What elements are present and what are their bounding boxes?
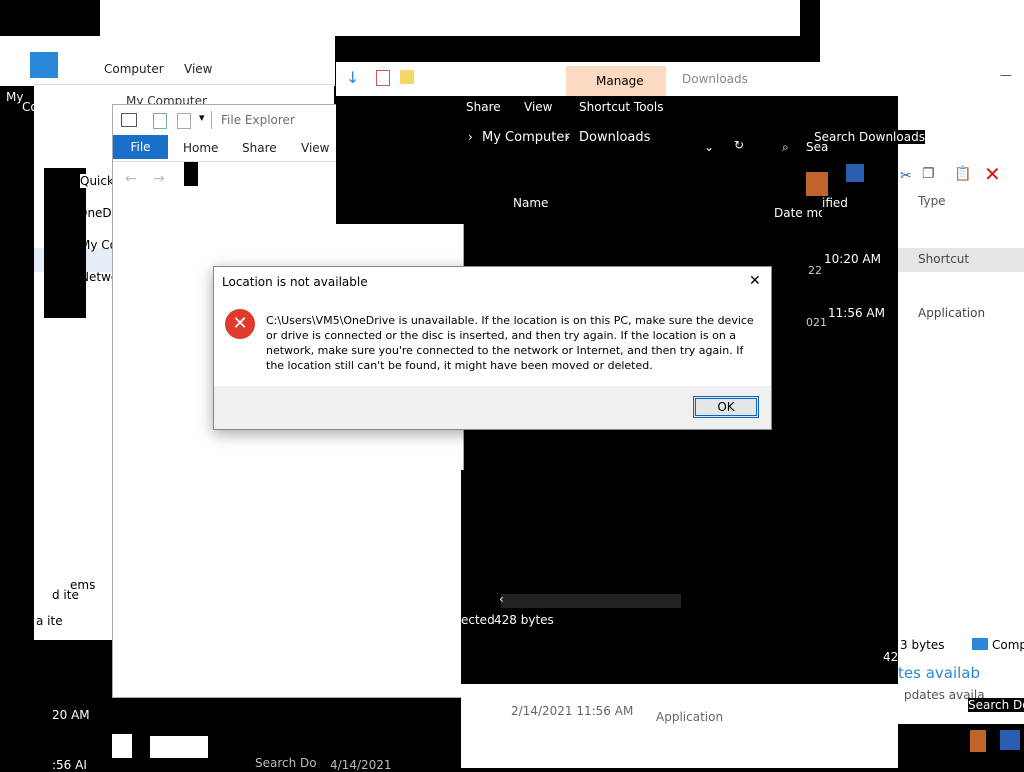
downloads-titlebar: ↓ Manage Downloads — <box>336 62 1024 96</box>
tab-shortcut-tools[interactable]: Shortcut Tools <box>579 100 664 114</box>
shortcut-tool-icon[interactable] <box>806 172 828 196</box>
tab-share[interactable]: Share <box>242 141 277 155</box>
row2-fragment: 11:56 AM <box>822 290 898 370</box>
save-icon[interactable] <box>846 164 864 182</box>
document-icon[interactable] <box>112 734 132 758</box>
search-bottom[interactable]: Search Dow <box>968 698 1024 712</box>
tab-share[interactable]: Share <box>466 100 501 114</box>
taskbar-fragment <box>150 736 208 758</box>
breadcrumb-root[interactable]: My Computer <box>482 130 570 145</box>
glitch-block-3 <box>620 455 800 475</box>
downloads-right-pane: Type Shortcut Application ✂ ❐ 📋 ✕ <box>898 96 1024 636</box>
status-size: 428 bytes <box>494 613 554 627</box>
bottom-type: Application <box>656 710 724 724</box>
nav-quick[interactable]: Quick <box>80 174 114 188</box>
new-folder-icon[interactable] <box>177 113 191 129</box>
tab-home[interactable]: Home <box>183 141 218 155</box>
nav-onedrive[interactable]: OneDr <box>78 206 117 220</box>
manage-label[interactable]: Manage <box>596 74 644 88</box>
computer-icon-small <box>972 638 988 650</box>
forward-arrow-icon[interactable]: → <box>153 171 165 187</box>
refresh-icon[interactable]: ↻ <box>734 138 744 152</box>
tab-view[interactable]: View <box>524 100 552 114</box>
properties-icon[interactable] <box>153 113 167 129</box>
computer-icon[interactable] <box>30 52 58 78</box>
breadcrumb-separator-icon: › <box>468 130 473 144</box>
dialog-message: C:\Users\VM5\OneDrive is unavailable. If… <box>266 314 754 372</box>
desktop-label-a: My <box>6 90 24 104</box>
title-divider <box>211 111 212 129</box>
bottom-date-2: 4/14/2021 <box>330 758 392 772</box>
column-type[interactable]: Type <box>918 194 946 208</box>
downloads-ribbon: Share View Shortcut Tools › My Computer … <box>336 96 900 224</box>
delete-icon[interactable]: ✕ <box>984 162 1001 186</box>
window-icon <box>121 113 137 127</box>
horizontal-scrollbar[interactable] <box>501 594 681 608</box>
paste-icon[interactable]: 📋 <box>954 166 971 182</box>
item-label-2: a ite <box>36 614 63 628</box>
tab-file[interactable]: File <box>113 135 168 159</box>
row1-date-fragment: 22 <box>808 264 822 277</box>
status-size-fragment: 42 <box>883 650 899 664</box>
search-placeholder[interactable]: Search Downloads <box>814 130 925 144</box>
glitch-top <box>100 0 800 36</box>
row2-time: 11:56 AM <box>828 306 885 320</box>
breadcrumb-separator-icon-2: › <box>565 130 570 144</box>
time-fragment-1: 20 AM <box>52 708 90 722</box>
tab-view[interactable]: View <box>184 62 212 76</box>
row1-time: 10:20 AM <box>824 252 881 266</box>
right-status-bytes: 3 bytes <box>900 638 945 652</box>
glitch-block-2 <box>681 470 881 684</box>
back-arrow-icon[interactable]: ← <box>125 171 137 187</box>
ribbon-divider <box>34 84 334 85</box>
error-icon: ✕ <box>225 309 255 339</box>
row1-type: Shortcut <box>918 252 970 266</box>
downloads-file-list-lower: ‹ ected 428 bytes 42 <box>461 470 898 684</box>
close-icon[interactable]: ✕ <box>749 273 761 289</box>
minimize-icon[interactable]: — <box>1000 68 1012 82</box>
item-label: d ite <box>52 588 79 602</box>
updates-available-title[interactable]: tes availab <box>898 664 980 682</box>
desktop-label-b: Co <box>22 100 38 114</box>
time-fragment-2: :56 AI <box>52 758 87 772</box>
copy-icon[interactable]: ❐ <box>922 166 935 182</box>
search-icon[interactable]: ⌕ <box>782 140 789 155</box>
folder-icon[interactable] <box>400 70 414 84</box>
scissors-icon[interactable]: ✂ <box>900 168 912 184</box>
tab-computer[interactable]: Computer <box>104 62 164 76</box>
bottom-date: 2/14/2021 11:56 AM <box>511 704 634 718</box>
glitch-top-right <box>820 0 1024 64</box>
download-arrow-icon[interactable]: ↓ <box>346 68 359 87</box>
glitch-block <box>184 162 198 186</box>
tab-view[interactable]: View <box>301 141 329 155</box>
dialog-button-bar <box>214 386 771 429</box>
chevron-down-icon[interactable]: ⌄ <box>704 140 714 154</box>
row2-date-fragment: 021 <box>806 316 827 329</box>
row2-type: Application <box>918 306 986 320</box>
scroll-left-icon[interactable]: ‹ <box>499 592 504 606</box>
error-dialog: Location is not available ✕ ✕ C:\Users\V… <box>213 266 772 430</box>
right-status-comp: Comp <box>992 638 1024 652</box>
downloads-title: Downloads <box>682 72 748 86</box>
ok-button[interactable]: OK <box>693 396 759 418</box>
dialog-title: Location is not available <box>222 275 368 289</box>
status-selected: ected <box>461 613 495 627</box>
taskbar-app-icon[interactable] <box>970 730 986 752</box>
chevron-down-icon[interactable]: ▾ <box>199 111 205 124</box>
column-name[interactable]: Name <box>513 196 548 210</box>
breadcrumb-current[interactable]: Downloads <box>579 130 650 145</box>
properties-icon[interactable] <box>376 70 390 86</box>
bottom-strip: 2/14/2021 11:56 AM Application <box>461 684 898 768</box>
window-title: File Explorer <box>221 113 295 127</box>
taskbar-app-icon-2[interactable] <box>1000 730 1020 750</box>
column-date-modified-right: ified <box>822 196 848 210</box>
